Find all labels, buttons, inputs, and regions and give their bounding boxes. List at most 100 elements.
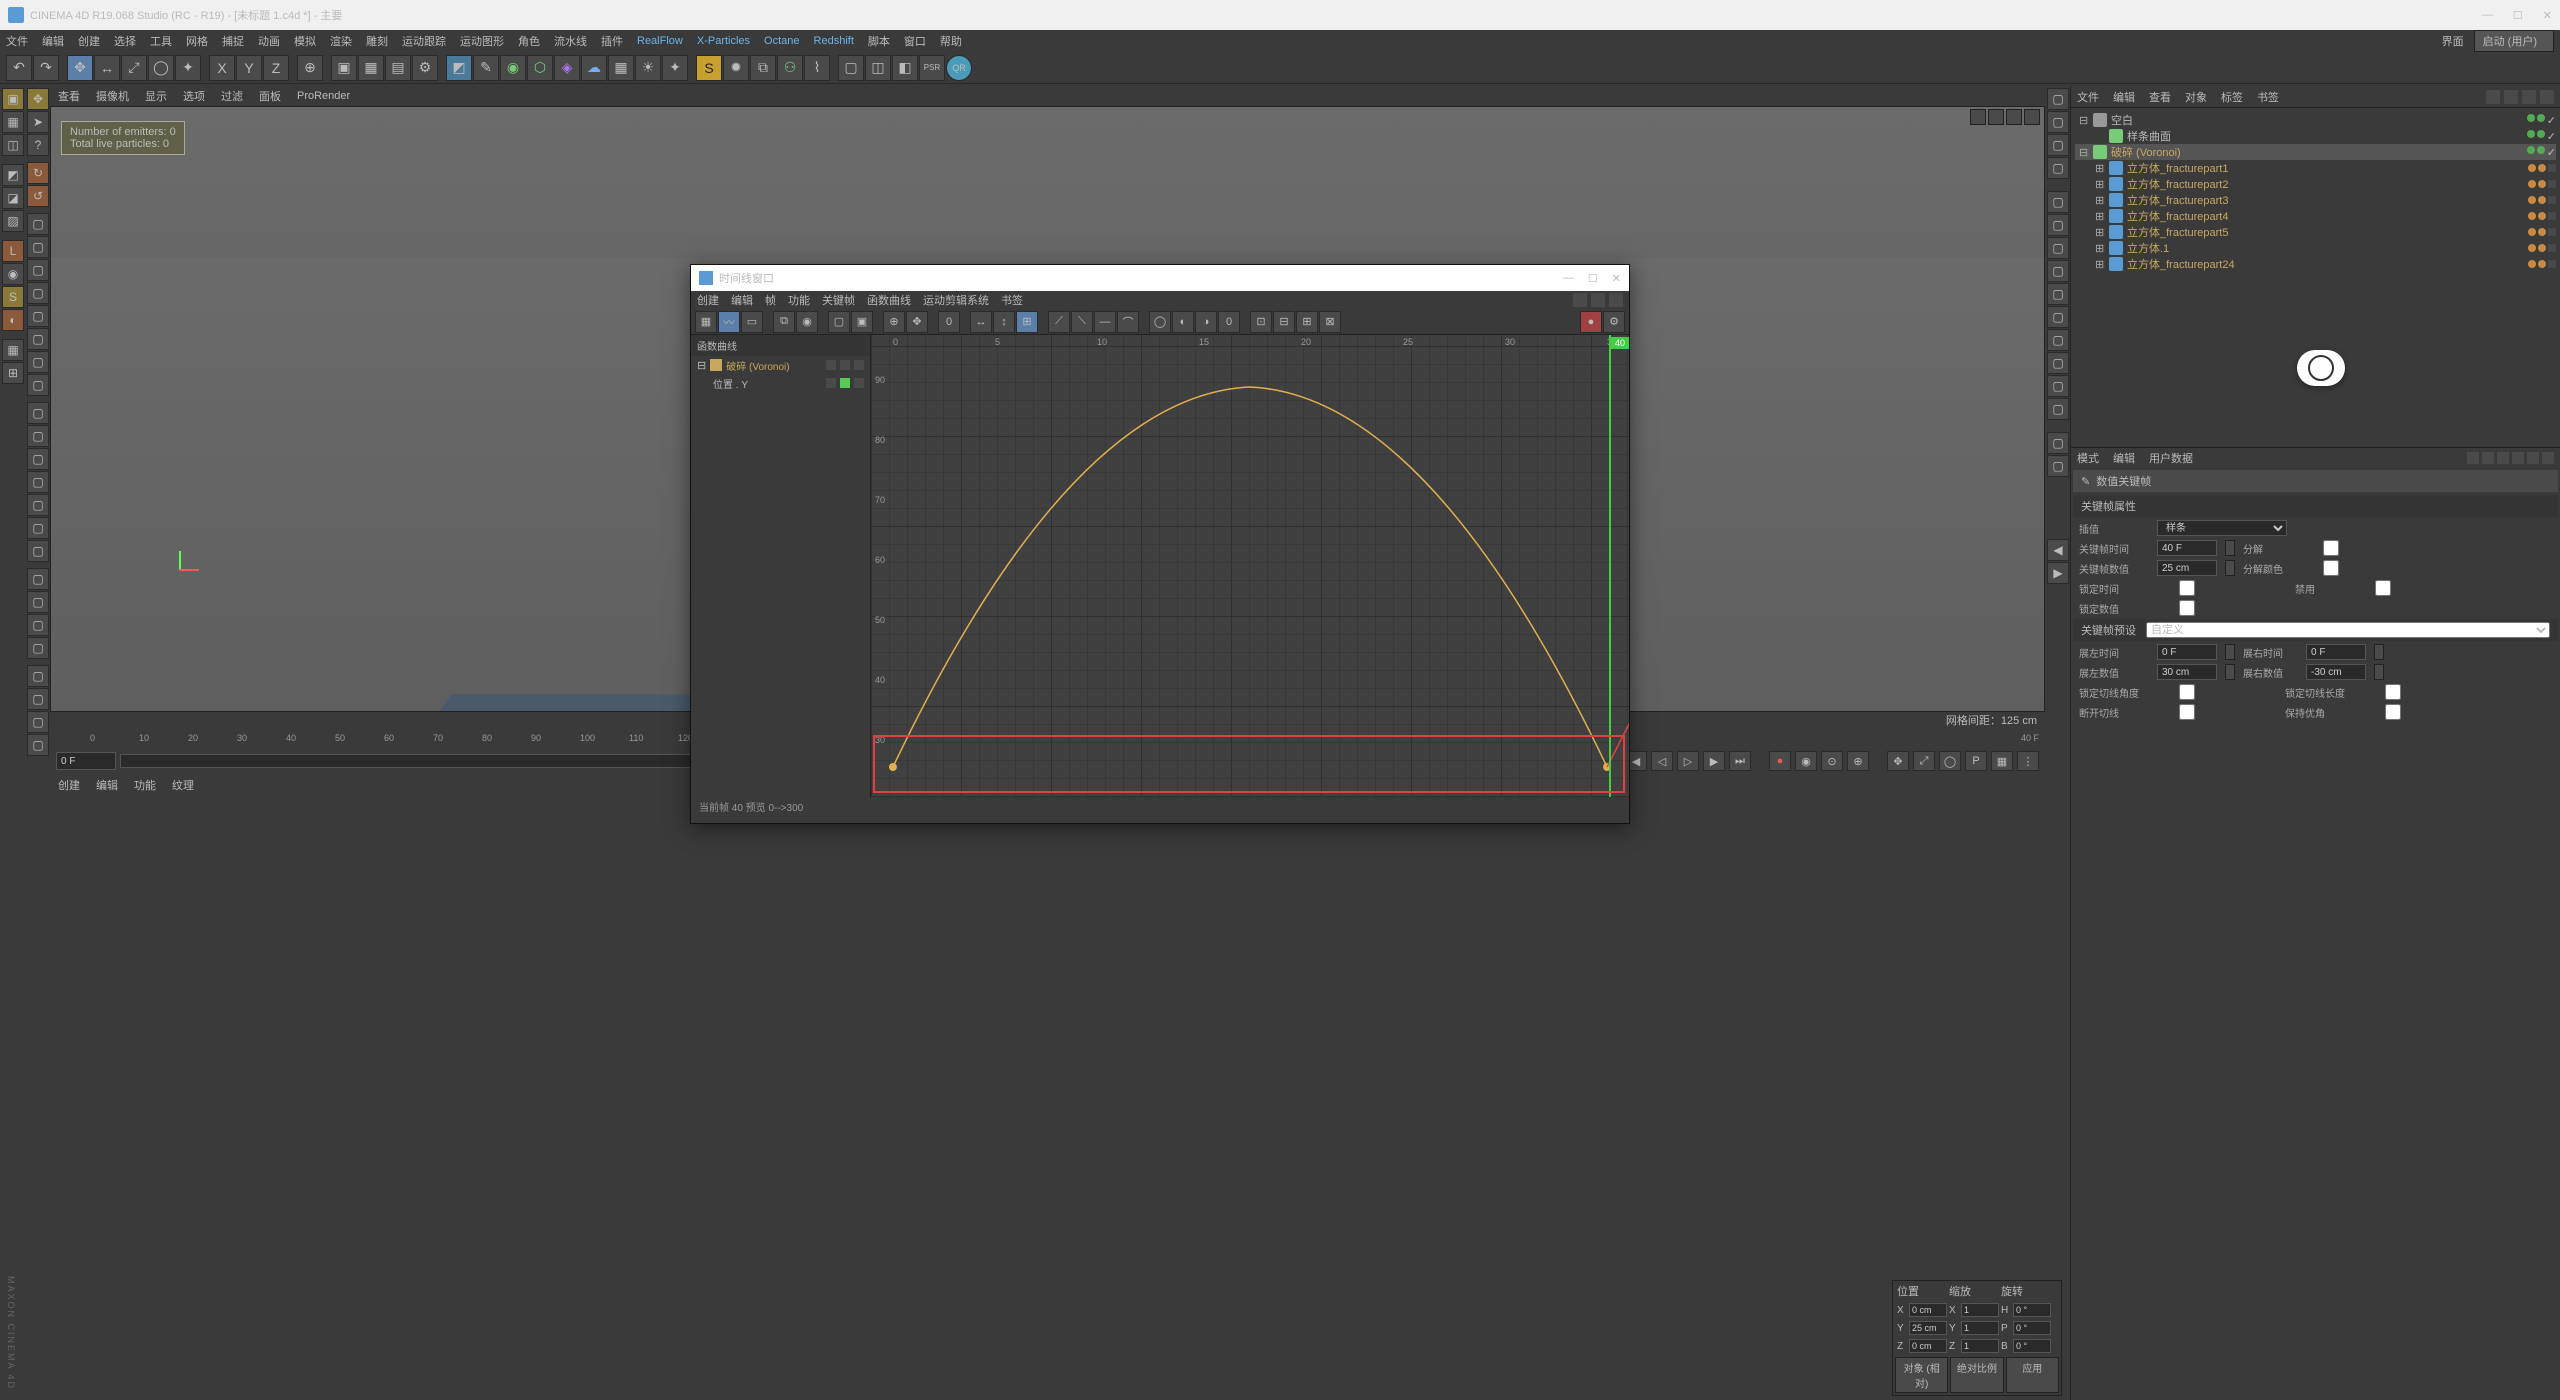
attr-up-icon[interactable]: [2482, 452, 2494, 464]
tlt-b4[interactable]: ⊠: [1319, 311, 1341, 333]
rp-object[interactable]: 对象: [2185, 89, 2207, 105]
vp-prorender[interactable]: ProRender: [297, 90, 350, 102]
step-fwd[interactable]: ▶: [1703, 751, 1725, 771]
spinner[interactable]: [2225, 540, 2235, 556]
cube-primitive[interactable]: ◩: [446, 55, 472, 81]
rot-p[interactable]: [2013, 1321, 2051, 1335]
coord-apply[interactable]: 应用: [2006, 1357, 2059, 1393]
redo-button[interactable]: ↷: [33, 55, 59, 81]
pal-7[interactable]: ▢: [27, 351, 49, 373]
attr-lock-icon[interactable]: [2527, 452, 2539, 464]
tlm-fcurve[interactable]: 函数曲线: [867, 292, 911, 308]
tlm-edit[interactable]: 编辑: [731, 292, 753, 308]
lockv-check[interactable]: [2157, 600, 2217, 616]
rotate-orbit[interactable]: ↻: [27, 162, 49, 184]
snap-toggle[interactable]: S: [2, 286, 24, 308]
menu-help[interactable]: 帮助: [940, 33, 962, 49]
menu-simulate[interactable]: 模拟: [294, 33, 316, 49]
tool-s[interactable]: S: [696, 55, 722, 81]
keyval-field[interactable]: [2157, 560, 2217, 576]
tl-close[interactable]: ✕: [1612, 272, 1621, 285]
pal-8[interactable]: ▢: [27, 374, 49, 396]
play-back[interactable]: ◁: [1651, 751, 1673, 771]
close-button[interactable]: ✕: [2543, 9, 2552, 22]
light-tool[interactable]: ☀: [635, 55, 661, 81]
rp-search-icon[interactable]: [2486, 90, 2500, 104]
key-opts[interactable]: ⋮: [2017, 751, 2039, 771]
timeline-titlebar[interactable]: 时间线窗口 —☐✕: [691, 265, 1629, 291]
vp-nav-4[interactable]: [2024, 109, 2040, 125]
vp-panel[interactable]: 面板: [259, 88, 281, 104]
autokey[interactable]: ◉: [1795, 751, 1817, 771]
tlt-rec[interactable]: ●: [1580, 311, 1602, 333]
floating-widget[interactable]: [2297, 350, 2345, 386]
rb-7[interactable]: ▢: [2047, 237, 2069, 259]
pal-3[interactable]: ▢: [27, 259, 49, 281]
timeline-window[interactable]: 时间线窗口 —☐✕ 创建 编辑 帧 功能 关键帧 函数曲线 运动剪辑系统 书签 …: [690, 264, 1630, 824]
preset-select[interactable]: 自定义: [2146, 622, 2550, 638]
menu-sculpt[interactable]: 雕刻: [366, 33, 388, 49]
axis-y[interactable]: Y: [236, 55, 262, 81]
menu-octane[interactable]: Octane: [764, 35, 799, 47]
key-scale[interactable]: ⤢: [1913, 751, 1935, 771]
pal-21[interactable]: ▢: [27, 688, 49, 710]
object-row[interactable]: ⊞立方体_fracturepart3: [2075, 192, 2556, 208]
vp-display[interactable]: 显示: [145, 88, 167, 104]
rb-15[interactable]: ▢: [2047, 432, 2069, 454]
tool-psr[interactable]: PSR: [919, 55, 945, 81]
current-frame-line[interactable]: [1609, 335, 1611, 797]
menu-mograph[interactable]: 运动图形: [460, 33, 504, 49]
tlm-frame[interactable]: 帧: [765, 292, 776, 308]
lock-toggle[interactable]: ⊞: [2, 362, 24, 384]
scl-x[interactable]: [1961, 1303, 1999, 1317]
spline-tool[interactable]: ✎: [473, 55, 499, 81]
environment-tool[interactable]: ☁: [581, 55, 607, 81]
rotate-tool[interactable]: ◯: [148, 55, 174, 81]
pal-20[interactable]: ▢: [27, 665, 49, 687]
particle-tool[interactable]: ✦: [662, 55, 688, 81]
interp-select[interactable]: 样条: [2157, 520, 2287, 536]
object-row[interactable]: ⊞立方体_fracturepart2: [2075, 176, 2556, 192]
viewport-solo[interactable]: ◉: [2, 263, 24, 285]
key-selection[interactable]: ⊙: [1821, 751, 1843, 771]
object-row[interactable]: ⊞立方体_fracturepart1: [2075, 160, 2556, 176]
rt-field[interactable]: [2306, 644, 2366, 660]
tool-tag[interactable]: ◧: [892, 55, 918, 81]
menu-create[interactable]: 创建: [78, 33, 100, 49]
tlt-opts[interactable]: ⚙: [1603, 311, 1625, 333]
object-row[interactable]: ⊞立方体_fracturepart5: [2075, 224, 2556, 240]
tool-qr[interactable]: QR: [946, 55, 972, 81]
lv-field[interactable]: [2157, 664, 2217, 680]
menu-pipeline[interactable]: 流水线: [554, 33, 587, 49]
vp-camera[interactable]: 摄像机: [96, 88, 129, 104]
rb-17[interactable]: ◀: [2047, 539, 2069, 561]
workplane-mode[interactable]: ◫: [2, 134, 24, 156]
menu-animate[interactable]: 动画: [258, 33, 280, 49]
vp-nav-2[interactable]: [1988, 109, 2004, 125]
tlt-snap1[interactable]: ↔: [970, 311, 992, 333]
rb-11[interactable]: ▢: [2047, 329, 2069, 351]
time-start-field[interactable]: [56, 752, 116, 770]
menu-mesh[interactable]: 网格: [186, 33, 208, 49]
fcurve-graph[interactable]: 05101520253035 90807060504030 40: [871, 335, 1629, 797]
tlt-b1[interactable]: ⊡: [1250, 311, 1272, 333]
rp-eye-icon[interactable]: [2522, 90, 2536, 104]
rp-bookmark[interactable]: 书签: [2257, 89, 2279, 105]
rb-8[interactable]: ▢: [2047, 260, 2069, 282]
menu-realflow[interactable]: RealFlow: [637, 35, 683, 47]
rb-6[interactable]: ▢: [2047, 214, 2069, 236]
rb-9[interactable]: ▢: [2047, 283, 2069, 305]
rp-menu-icon[interactable]: [2540, 90, 2554, 104]
vp-filter[interactable]: 过滤: [221, 88, 243, 104]
vp-options[interactable]: 选项: [183, 88, 205, 104]
scale-tool[interactable]: ⤢: [121, 55, 147, 81]
select-tool[interactable]: ✥: [67, 55, 93, 81]
maximize-button[interactable]: ☐: [2513, 9, 2523, 22]
axis-x[interactable]: X: [209, 55, 235, 81]
rot-b[interactable]: [2013, 1339, 2051, 1353]
lt-field[interactable]: [2157, 644, 2217, 660]
rb-12[interactable]: ▢: [2047, 352, 2069, 374]
tlt-zero2[interactable]: 0: [1218, 311, 1240, 333]
tool-bend[interactable]: ⌇: [804, 55, 830, 81]
rot-h[interactable]: [2013, 1303, 2051, 1317]
